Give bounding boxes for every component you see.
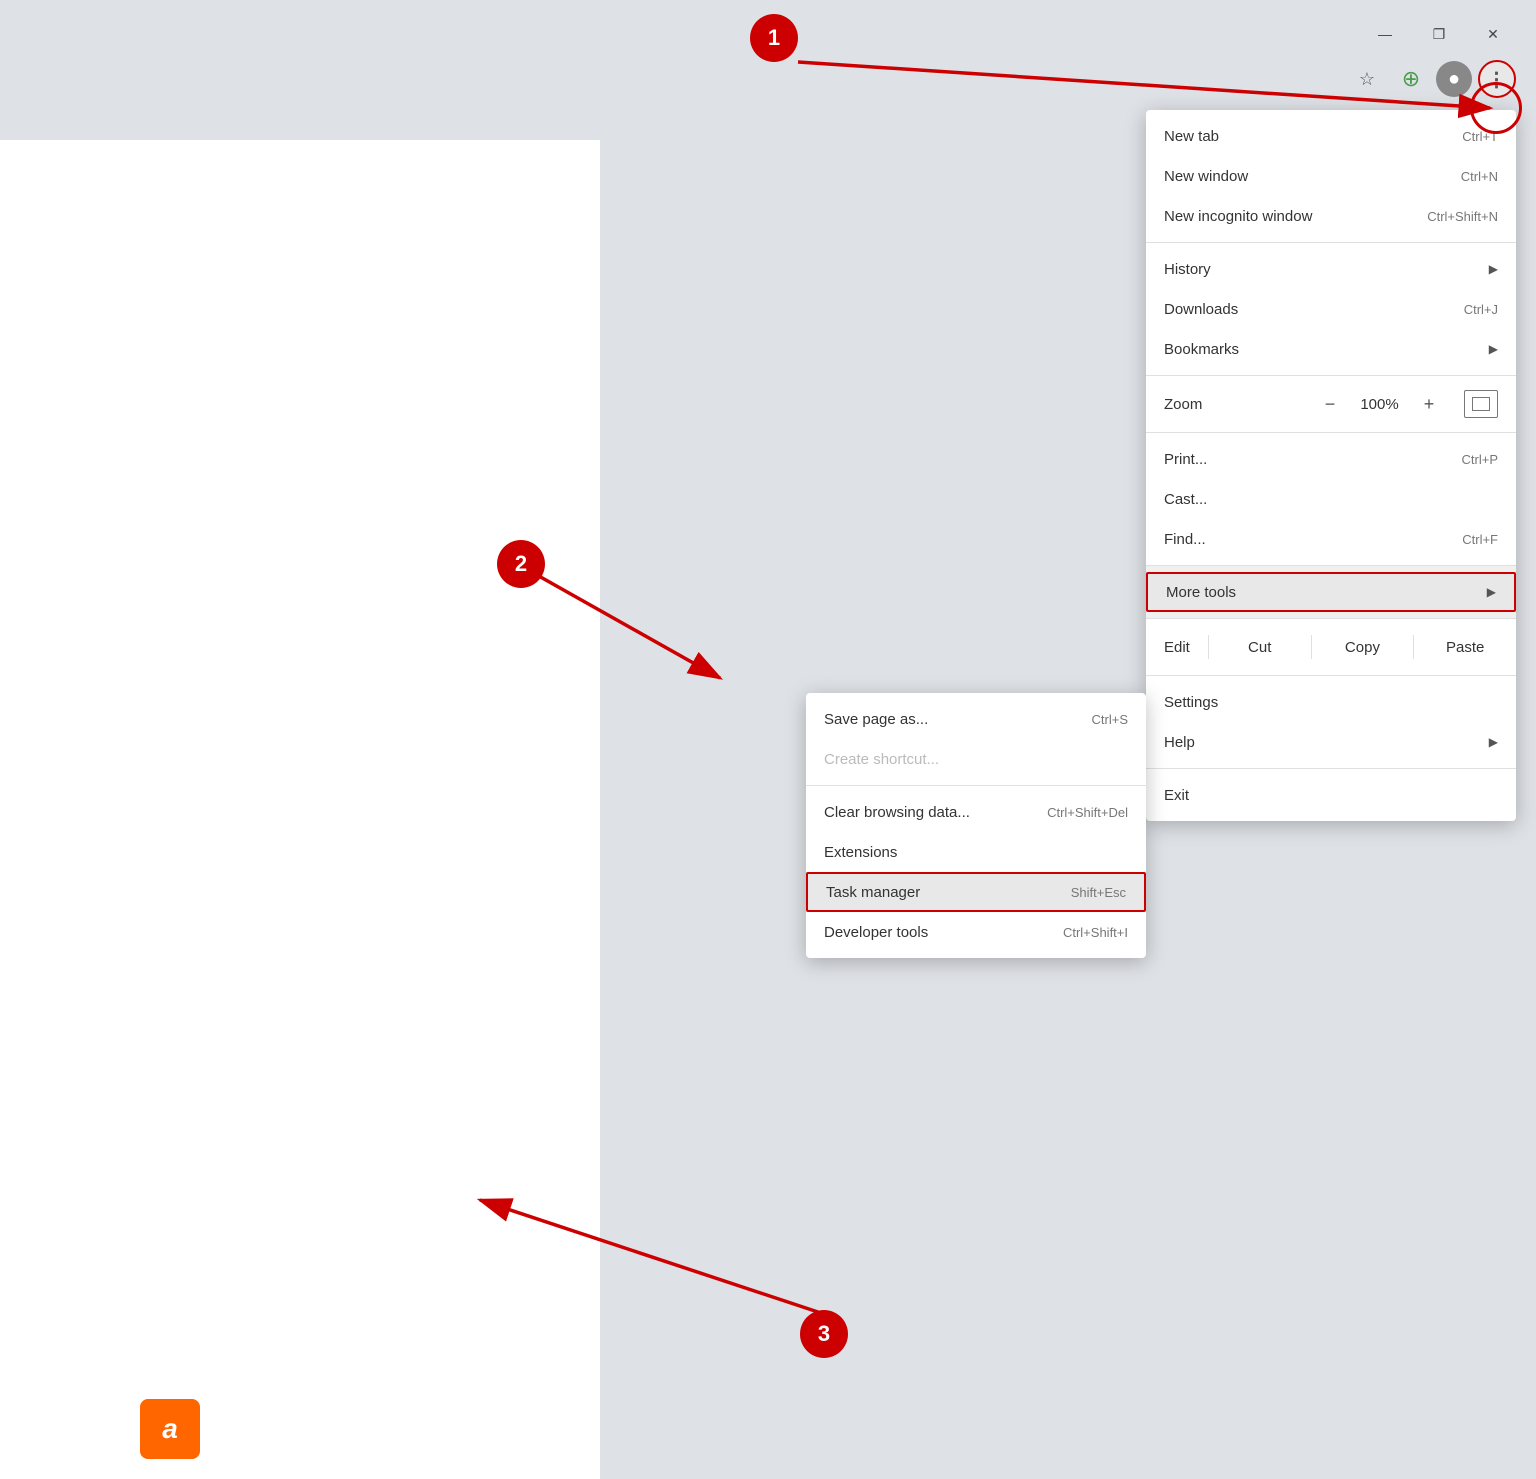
menu-item-new-window[interactable]: New window Ctrl+N: [1146, 156, 1516, 196]
menu-section-zoom: Zoom − 100% +: [1146, 376, 1516, 433]
menu-section-exit: Exit: [1146, 769, 1516, 821]
profile-button[interactable]: ●: [1436, 61, 1472, 97]
more-tools-submenu: Save page as... Ctrl+S Create shortcut..…: [806, 693, 1146, 958]
callout-3: 3: [800, 1310, 848, 1358]
favicon-letter: a: [162, 1413, 178, 1445]
copy-button[interactable]: Copy: [1312, 631, 1414, 664]
close-button[interactable]: ✕: [1470, 18, 1516, 50]
cut-button[interactable]: Cut: [1209, 631, 1311, 664]
submenu-section-1: Save page as... Ctrl+S Create shortcut..…: [806, 693, 1146, 786]
submenu-item-create-shortcut[interactable]: Create shortcut...: [806, 739, 1146, 779]
menu-item-settings[interactable]: Settings: [1146, 682, 1516, 722]
menu-item-cast[interactable]: Cast...: [1146, 479, 1516, 519]
menu-section-nav: History ▶ Downloads Ctrl+J Bookmarks ▶: [1146, 243, 1516, 376]
zoom-controls: − 100% +: [1313, 387, 1498, 421]
callout-1: 1: [750, 14, 798, 62]
menu-item-bookmarks[interactable]: Bookmarks ▶: [1146, 329, 1516, 369]
callout-2: 2: [497, 540, 545, 588]
chrome-menu-button[interactable]: ⋮: [1478, 60, 1516, 98]
zoom-row: Zoom − 100% +: [1146, 382, 1516, 426]
menu-item-print[interactable]: Print... Ctrl+P: [1146, 439, 1516, 479]
menu-section-new: New tab Ctrl+T New window Ctrl+N New inc…: [1146, 110, 1516, 243]
menu-item-incognito[interactable]: New incognito window Ctrl+Shift+N: [1146, 196, 1516, 236]
zoom-in-button[interactable]: +: [1412, 387, 1446, 421]
menu-item-exit[interactable]: Exit: [1146, 775, 1516, 815]
paste-button[interactable]: Paste: [1414, 631, 1516, 664]
favicon: a: [140, 1399, 200, 1459]
zoom-out-button[interactable]: −: [1313, 387, 1347, 421]
bookmark-button[interactable]: ☆: [1348, 60, 1386, 98]
menu-item-new-tab[interactable]: New tab Ctrl+T: [1146, 116, 1516, 156]
edit-row: Edit Cut Copy Paste: [1146, 625, 1516, 669]
submenu-item-extensions[interactable]: Extensions: [806, 832, 1146, 872]
menu-section-edit: Edit Cut Copy Paste: [1146, 619, 1516, 676]
submenu-section-2: Clear browsing data... Ctrl+Shift+Del Ex…: [806, 786, 1146, 958]
window-controls: — ❐ ✕: [1362, 18, 1516, 50]
extension-button[interactable]: ⊕: [1392, 60, 1430, 98]
browser-toolbar: ☆ ⊕ ● ⋮: [1348, 60, 1516, 98]
submenu-item-clear-browsing[interactable]: Clear browsing data... Ctrl+Shift+Del: [806, 792, 1146, 832]
maximize-button[interactable]: ❐: [1416, 18, 1462, 50]
menu-item-find[interactable]: Find... Ctrl+F: [1146, 519, 1516, 559]
menu-item-downloads[interactable]: Downloads Ctrl+J: [1146, 289, 1516, 329]
menu-item-help[interactable]: Help ▶: [1146, 722, 1516, 762]
menu-section-settings: Settings Help ▶: [1146, 676, 1516, 769]
menu-section-tools1: Print... Ctrl+P Cast... Find... Ctrl+F: [1146, 433, 1516, 566]
profile-icon: ●: [1448, 68, 1460, 91]
menu-dots-icon: ⋮: [1487, 67, 1508, 92]
fullscreen-button[interactable]: [1464, 390, 1498, 418]
menu-item-more-tools[interactable]: More tools ▶: [1146, 572, 1516, 612]
bookmark-icon: ☆: [1359, 69, 1375, 90]
submenu-item-developer-tools[interactable]: Developer tools Ctrl+Shift+I: [806, 912, 1146, 952]
chrome-menu: New tab Ctrl+T New window Ctrl+N New inc…: [1146, 110, 1516, 821]
page-content: [0, 110, 600, 1479]
extension-icon: ⊕: [1402, 66, 1420, 92]
menu-section-more-tools: More tools ▶: [1146, 566, 1516, 619]
submenu-item-task-manager[interactable]: Task manager Shift+Esc: [806, 872, 1146, 912]
menu-item-history[interactable]: History ▶: [1146, 249, 1516, 289]
submenu-item-save-page[interactable]: Save page as... Ctrl+S: [806, 699, 1146, 739]
minimize-button[interactable]: —: [1362, 18, 1408, 50]
